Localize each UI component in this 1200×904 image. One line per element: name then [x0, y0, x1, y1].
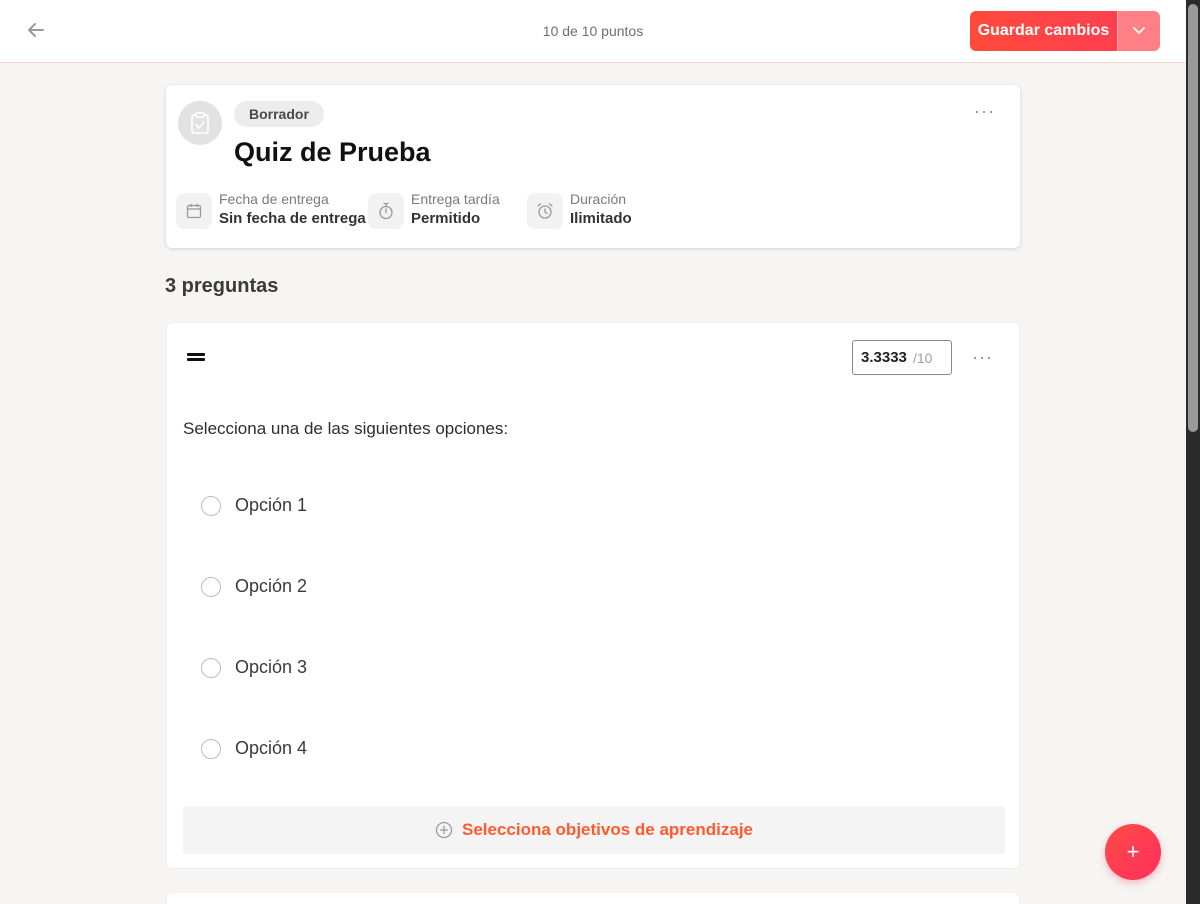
chevron-down-icon — [1133, 27, 1145, 34]
scrollbar-thumb[interactable] — [1188, 4, 1198, 432]
option-label: Opción 4 — [235, 738, 308, 758]
next-question-card — [166, 892, 1020, 904]
radio-button[interactable] — [201, 738, 221, 759]
save-options-dropdown[interactable] — [1117, 11, 1160, 51]
plus-circle-icon — [435, 821, 453, 839]
question-card: /10 ··· Selecciona una de las siguientes… — [166, 322, 1020, 869]
quiz-header-card: Borrador Quiz de Prueba ··· Fecha de ent… — [166, 85, 1020, 248]
status-badge: Borrador — [234, 101, 324, 127]
answer-option[interactable]: Opción 2 — [201, 576, 307, 597]
objectives-label: Selecciona objetivos de aprendizaje — [462, 820, 753, 839]
top-bar: 10 de 10 puntos Guardar cambios — [0, 0, 1186, 63]
drag-handle-icon[interactable] — [187, 353, 205, 361]
score-max: /10 — [913, 349, 933, 366]
meta-due-date[interactable]: Fecha de entrega Sin fecha de entrega — [176, 191, 366, 230]
meta-label: Entrega tardía — [411, 191, 500, 207]
answer-option[interactable]: Opción 1 — [201, 495, 307, 516]
questions-count-heading: 3 preguntas — [165, 275, 279, 297]
meta-value: Sin fecha de entrega — [219, 210, 366, 227]
question-text: Selecciona una de las siguientes opcione… — [183, 419, 509, 438]
quiz-more-options-button[interactable]: ··· — [974, 101, 995, 122]
alarm-clock-icon — [527, 192, 563, 229]
stopwatch-icon — [368, 192, 404, 229]
answer-option[interactable]: Opción 3 — [201, 657, 307, 678]
score-field[interactable]: /10 — [852, 340, 952, 375]
meta-label: Duración — [570, 191, 627, 207]
meta-label: Fecha de entrega — [219, 191, 329, 207]
plus-icon: + — [1126, 839, 1140, 864]
add-question-fab[interactable]: + — [1105, 824, 1161, 880]
clipboard-check-icon — [191, 112, 209, 134]
calendar-icon — [176, 192, 212, 229]
meta-late-submission[interactable]: Entrega tardía Permitido — [368, 191, 500, 230]
radio-button[interactable] — [201, 657, 221, 678]
radio-button[interactable] — [201, 576, 221, 597]
quiz-avatar — [178, 101, 222, 145]
radio-button[interactable] — [201, 495, 221, 516]
page-scrollbar[interactable] — [1186, 0, 1200, 904]
option-label: Opción 1 — [235, 495, 308, 515]
save-button-group: Guardar cambios — [970, 11, 1160, 51]
meta-value: Permitido — [411, 210, 481, 227]
option-label: Opción 2 — [235, 576, 308, 596]
select-learning-objectives-button[interactable]: Selecciona objetivos de aprendizaje — [183, 806, 1005, 854]
question-more-options-button[interactable]: ··· — [972, 347, 993, 368]
answer-option[interactable]: Opción 4 — [201, 738, 307, 759]
option-label: Opción 3 — [235, 657, 308, 677]
meta-value: Ilimitado — [570, 210, 632, 227]
save-changes-button[interactable]: Guardar cambios — [970, 11, 1117, 51]
meta-duration[interactable]: Duración Ilimitado — [527, 191, 632, 230]
quiz-title: Quiz de Prueba — [234, 137, 431, 167]
score-input[interactable] — [861, 349, 911, 366]
